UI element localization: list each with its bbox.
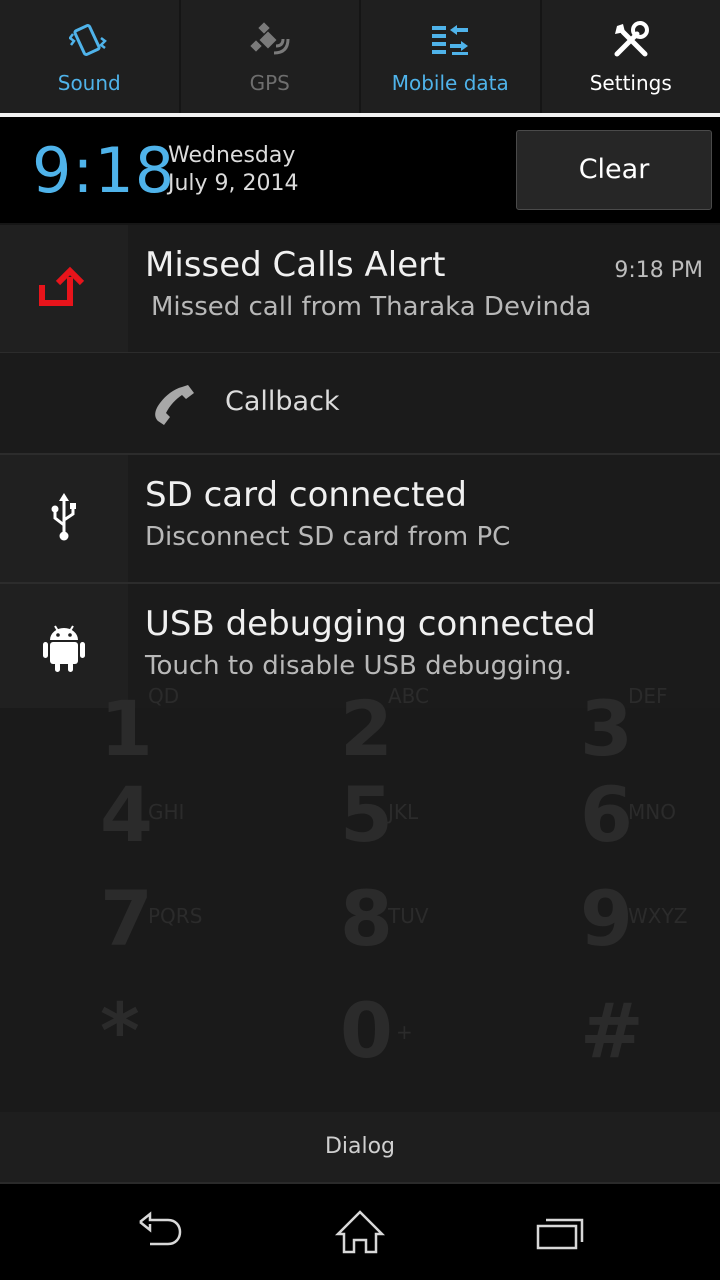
dialpad-key-letters: WXYZ	[628, 904, 688, 928]
dialpad-background: 1 QD 2 ABC 3 DEF 4 GHI 5 JKL 6 MNO 7 PQR…	[0, 684, 720, 1112]
notification-title: USB debugging connected	[145, 604, 596, 644]
dialpad-key-letters: GHI	[148, 800, 185, 824]
mobile-data-icon	[432, 25, 469, 55]
dialpad-key-letters: PQRS	[148, 904, 203, 928]
dialpad-key-number: 5	[340, 770, 393, 859]
usb-icon	[51, 493, 76, 541]
dialpad-key-letters: DEF	[628, 684, 668, 708]
callback-action[interactable]: Callback	[0, 353, 720, 453]
notification-header: 9:18 Wednesday July 9, 2014 Clear	[0, 117, 720, 223]
dialpad-key-letters: +	[396, 1020, 413, 1044]
notification-subtitle: Missed call from Tharaka Devinda	[151, 292, 592, 322]
dialpad-key-number: 1	[100, 684, 153, 773]
dialpad-key-number: 6	[580, 770, 633, 859]
notification-time: 9:18 PM	[614, 258, 703, 283]
recents-icon[interactable]	[534, 1208, 586, 1256]
qs-tile-sound[interactable]: Sound	[0, 0, 181, 113]
dialpad-key-letters: QD	[148, 684, 180, 708]
dialpad-key-number: 2	[340, 684, 393, 773]
dialpad-key-number: 7	[100, 874, 153, 963]
phone-handset-icon	[155, 385, 194, 425]
clock-date: July 9, 2014	[168, 171, 299, 196]
dialpad-key-letters: JKL	[388, 800, 419, 824]
notification-icon-cell	[0, 455, 128, 582]
qs-tile-gps[interactable]: GPS	[181, 0, 361, 113]
dialpad-key-letters: ABC	[388, 684, 430, 708]
notification-missed-call[interactable]: Missed Calls Alert Missed call from Thar…	[0, 225, 720, 352]
qs-label-gps: GPS	[249, 71, 290, 95]
clock-time: 9:18	[32, 134, 176, 207]
qs-tile-mobile-data[interactable]: Mobile data	[361, 0, 542, 113]
dialpad-key-number: *	[100, 986, 140, 1075]
back-icon[interactable]	[134, 1208, 186, 1256]
tools-icon	[614, 21, 649, 57]
callback-label: Callback	[225, 386, 340, 417]
dialpad-key-letters: MNO	[628, 800, 676, 824]
android-icon	[43, 625, 85, 672]
gps-satellite-icon	[250, 22, 290, 55]
dialpad-key-letters: TUV	[388, 904, 429, 928]
navigation-bar	[0, 1182, 720, 1280]
dialpad-key-number: 9	[580, 874, 633, 963]
dialpad-key-number: #	[580, 986, 644, 1075]
clear-button[interactable]: Clear	[516, 130, 712, 210]
missed-call-icon	[39, 266, 85, 306]
notification-subtitle: Touch to disable USB debugging.	[145, 651, 573, 681]
qs-label-settings: Settings	[589, 71, 672, 95]
notification-title: Missed Calls Alert	[145, 245, 446, 285]
qs-label-mobile-data: Mobile data	[391, 71, 509, 95]
clock-day: Wednesday	[168, 143, 296, 168]
dialpad-key-number: 3	[580, 684, 633, 773]
vibrate-icon	[69, 23, 108, 57]
dialog-bar[interactable]: Dialog	[0, 1112, 720, 1182]
home-icon[interactable]	[334, 1208, 386, 1256]
notification-title: SD card connected	[145, 475, 467, 515]
quick-settings-bar: Sound GPS Mobile data Settings	[0, 0, 720, 113]
qs-tile-settings[interactable]: Settings	[542, 0, 720, 113]
notification-icon-cell	[0, 225, 128, 352]
notification-sd-card[interactable]: SD card connected Disconnect SD card fro…	[0, 455, 720, 582]
dialog-label: Dialog	[324, 1134, 396, 1159]
qs-label-sound: Sound	[57, 71, 121, 95]
dialpad-key-number: 8	[340, 874, 393, 963]
dialpad-key-number: 0	[340, 986, 393, 1075]
dialpad-key-number: 4	[100, 770, 153, 859]
notification-subtitle: Disconnect SD card from PC	[145, 522, 511, 552]
